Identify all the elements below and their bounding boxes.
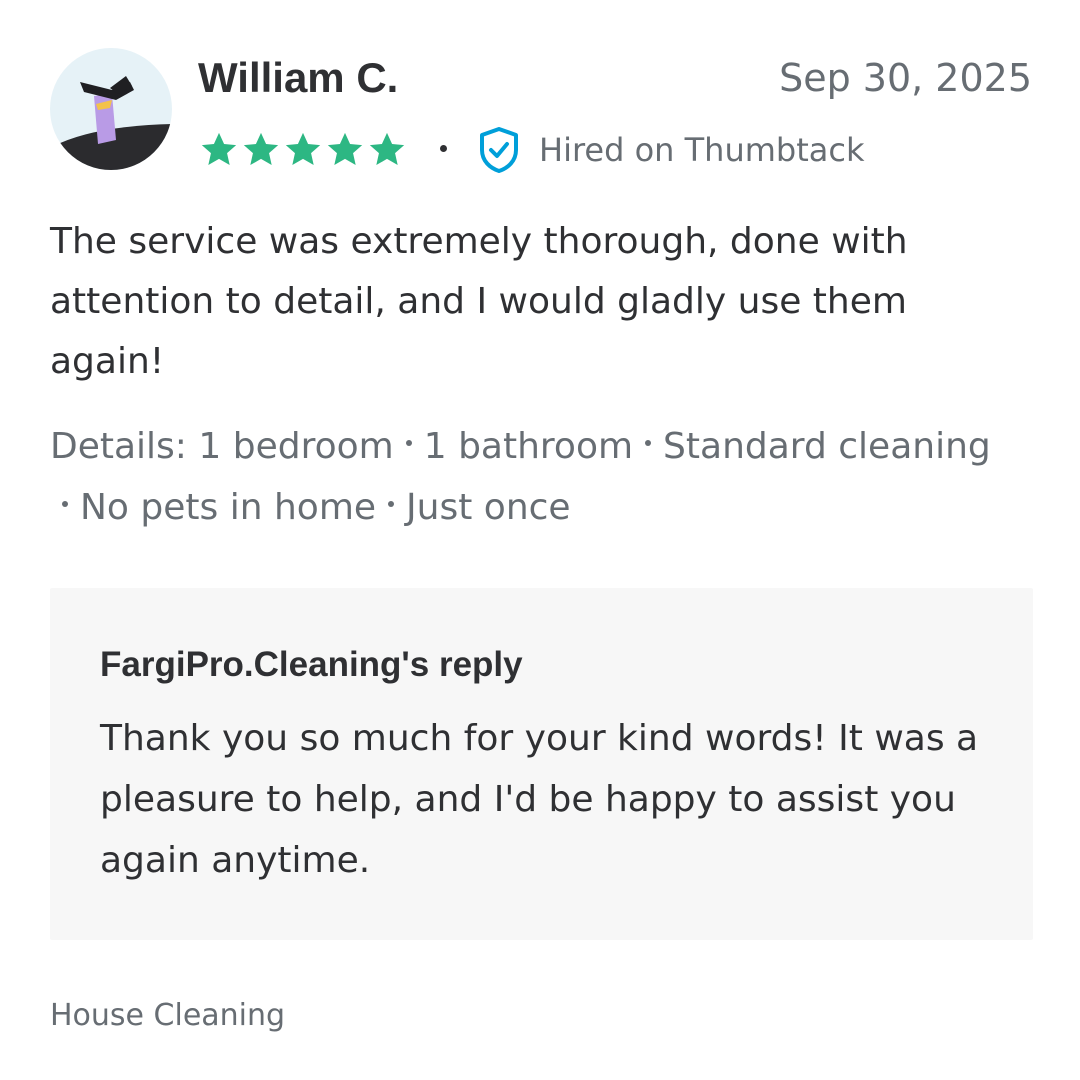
- separator-dot: [440, 144, 447, 152]
- detail-separator: [405, 440, 412, 446]
- detail-separator: [388, 501, 395, 507]
- review-card: William C. Sep 30, 2025 Hired on Thumbta…: [0, 0, 1080, 1080]
- review-date: Sep 30, 2025: [779, 56, 1032, 100]
- pro-reply: FargiPro.Cleaning's reply Thank you so m…: [50, 588, 1033, 940]
- reply-text: Thank you so much for your kind words! I…: [100, 718, 979, 881]
- detail-item: Details: 1 bedroom: [50, 426, 394, 467]
- star-icon: [243, 132, 279, 166]
- detail-item: Standard cleaning: [663, 426, 991, 467]
- star-icon: [369, 132, 405, 166]
- star-icon: [285, 132, 321, 166]
- star-icon: [327, 132, 363, 166]
- reviewer-name: William C.: [198, 54, 399, 101]
- shield-check-icon: [480, 127, 518, 173]
- job-details: Details: 1 bedroom 1 bathroom Standard cle…: [50, 416, 1010, 538]
- star-rating: [198, 129, 408, 171]
- detail-separator: [645, 440, 652, 446]
- detail-separator: [62, 501, 68, 507]
- detail-item: Just once: [406, 487, 571, 528]
- service-category: House Cleaning: [50, 998, 286, 1033]
- detail-item: No pets in home: [80, 487, 377, 528]
- detail-item: 1 bathroom: [423, 426, 634, 467]
- reply-title: FargiPro.Cleaning's reply: [100, 645, 523, 684]
- hired-on-thumbtack-label: Hired on Thumbtack: [539, 131, 865, 169]
- star-icon: [201, 132, 237, 166]
- review-meta: Hired on Thumbtack: [198, 124, 864, 176]
- avatar-illustration: [50, 48, 172, 170]
- review-text: The service was extremely thorough, done…: [50, 221, 908, 382]
- reviewer-avatar: [50, 48, 172, 170]
